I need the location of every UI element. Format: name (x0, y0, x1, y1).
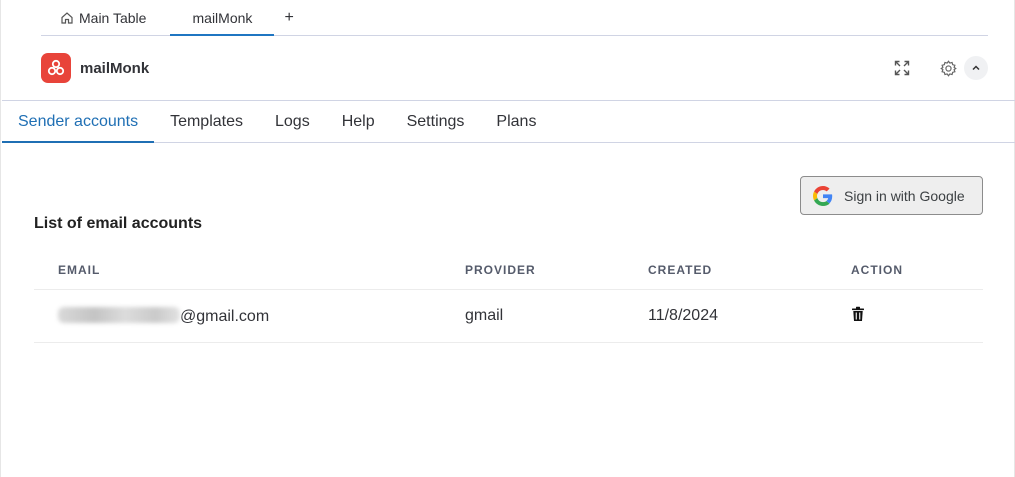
redacted-email-prefix (58, 306, 180, 323)
sign-in-with-google-button[interactable]: Sign in with Google (800, 176, 983, 215)
tab-logs[interactable]: Logs (259, 101, 326, 142)
board-tab-mailmonk[interactable]: mailMonk (170, 0, 275, 36)
google-button-label: Sign in with Google (844, 187, 965, 204)
column-header-provider: PROVIDER (465, 262, 536, 277)
action-cell (827, 306, 865, 327)
mailmonk-logo (41, 53, 71, 83)
board-tab-main-table[interactable]: Main Table (41, 0, 170, 35)
header-actions (890, 56, 988, 80)
email-cell: @gmail.com (34, 306, 442, 326)
add-tab-button[interactable]: + (274, 0, 303, 35)
board-tab-label: mailMonk (192, 9, 253, 26)
google-g-icon (813, 185, 833, 206)
email-domain: @gmail.com (180, 307, 270, 325)
column-header-email: EMAIL (58, 262, 101, 277)
board-tabs: Main Table mailMonk + (41, 0, 988, 36)
tab-help[interactable]: Help (326, 101, 391, 142)
column-header-action: ACTION (851, 262, 903, 277)
app-frame: Main Table mailMonk + mailMonk Sender ac… (0, 0, 1015, 477)
chevron-up-icon[interactable] (964, 56, 988, 80)
column-header-created: CREATED (648, 262, 713, 277)
home-icon (60, 11, 74, 25)
section-title: List of email accounts (34, 215, 203, 232)
trash-icon[interactable] (851, 306, 865, 322)
table-header: EMAIL PROVIDER CREATED ACTION (34, 250, 983, 290)
fullscreen-icon[interactable] (890, 56, 914, 80)
tab-settings[interactable]: Settings (391, 101, 481, 142)
app-tabs: Sender accounts Templates Logs Help Sett… (2, 100, 1015, 143)
board-tab-label: Main Table (79, 9, 147, 26)
email-accounts-table: EMAIL PROVIDER CREATED ACTION @gmail.com… (34, 250, 983, 343)
tab-sender-accounts[interactable]: Sender accounts (2, 101, 155, 143)
created-cell: 11/8/2024 (648, 307, 718, 324)
app-header: mailMonk (41, 52, 988, 84)
table-row: @gmail.com gmail 11/8/2024 (34, 290, 983, 343)
gear-icon[interactable] (936, 56, 960, 80)
app-name: mailMonk (80, 59, 150, 77)
tab-templates[interactable]: Templates (154, 101, 259, 142)
tab-plans[interactable]: Plans (480, 101, 552, 142)
provider-cell: gmail (465, 307, 504, 324)
